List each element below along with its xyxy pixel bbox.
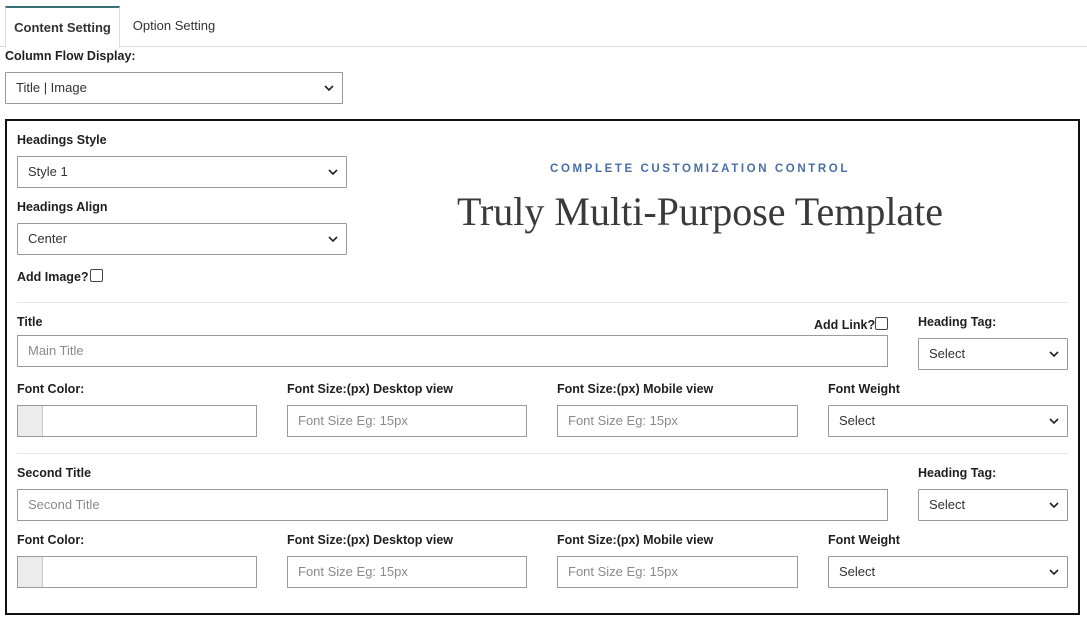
add-image-checkbox[interactable] [90, 269, 103, 282]
second-font-weight-label: Font Weight [828, 533, 900, 547]
chevron-down-icon [1049, 569, 1059, 576]
headings-align-select[interactable]: Center [17, 223, 347, 255]
headings-style-select[interactable]: Style 1 [17, 156, 347, 188]
add-link-checkbox[interactable] [875, 317, 888, 330]
main-title-placeholder: Main Title [28, 343, 84, 358]
headings-style-label: Headings Style [17, 133, 107, 147]
second-font-size-desktop-input[interactable]: Font Size Eg: 15px [287, 556, 527, 588]
column-flow-label: Column Flow Display: [5, 49, 136, 63]
font-size-desktop-placeholder: Font Size Eg: 15px [298, 413, 408, 428]
second-heading-tag-value: Select [929, 497, 966, 512]
column-flow-select[interactable]: Title | Image [5, 72, 343, 104]
second-heading-tag-label: Heading Tag: [918, 466, 997, 480]
second-font-size-mobile-placeholder: Font Size Eg: 15px [568, 564, 678, 579]
second-font-size-desktop-placeholder: Font Size Eg: 15px [298, 564, 408, 579]
font-size-mobile-placeholder: Font Size Eg: 15px [568, 413, 678, 428]
tab-content-setting[interactable]: Content Setting [5, 6, 120, 48]
chevron-down-icon [328, 169, 338, 176]
second-font-color-picker[interactable] [17, 556, 257, 588]
headings-align-label: Headings Align [17, 200, 108, 214]
font-size-mobile-input[interactable]: Font Size Eg: 15px [557, 405, 798, 437]
title-label: Title [17, 315, 43, 329]
second-font-weight-value: Select [839, 564, 876, 579]
heading-tag-select[interactable]: Select [918, 338, 1068, 370]
chevron-down-icon [324, 85, 334, 92]
chevron-down-icon [1049, 502, 1059, 509]
add-link-label: Add Link? [814, 318, 876, 332]
second-font-color-label: Font Color: [17, 533, 85, 547]
font-size-desktop-input[interactable]: Font Size Eg: 15px [287, 405, 527, 437]
settings-tabs: Content Setting Option Setting [0, 0, 1087, 48]
font-size-mobile-label: Font Size:(px) Mobile view [557, 382, 714, 396]
headings-align-value: Center [28, 231, 68, 246]
second-font-size-mobile-input[interactable]: Font Size Eg: 15px [557, 556, 798, 588]
main-title-input[interactable]: Main Title [17, 335, 888, 367]
font-size-desktop-label: Font Size:(px) Desktop view [287, 382, 453, 396]
tab-option-setting[interactable]: Option Setting [122, 6, 226, 47]
font-color-picker[interactable] [17, 405, 257, 437]
chevron-down-icon [1049, 351, 1059, 358]
font-color-label: Font Color: [17, 382, 85, 396]
second-title-placeholder: Second Title [28, 497, 100, 512]
chevron-down-icon [1049, 418, 1059, 425]
second-font-size-desktop-label: Font Size:(px) Desktop view [287, 533, 453, 547]
second-font-weight-select[interactable]: Select [828, 556, 1068, 588]
column-flow-value: Title | Image [16, 80, 87, 95]
second-font-size-mobile-label: Font Size:(px) Mobile view [557, 533, 714, 547]
font-weight-select[interactable]: Select [828, 405, 1068, 437]
color-swatch[interactable] [18, 406, 43, 436]
add-image-label: Add Image? [17, 270, 89, 284]
second-heading-tag-select[interactable]: Select [918, 489, 1068, 521]
divider [17, 453, 1068, 454]
heading-tag-label: Heading Tag: [918, 315, 997, 329]
font-weight-label: Font Weight [828, 382, 900, 396]
second-title-label: Second Title [17, 466, 92, 480]
preview-headline: Truly Multi-Purpose Template [456, 189, 944, 234]
color-swatch[interactable] [18, 557, 43, 587]
headings-style-value: Style 1 [28, 164, 68, 179]
heading-tag-value: Select [929, 346, 966, 361]
second-title-input[interactable]: Second Title [17, 489, 888, 521]
divider [17, 302, 1068, 303]
font-weight-value: Select [839, 413, 876, 428]
preview-eyebrow: COMPLETE CUSTOMIZATION CONTROL [550, 163, 850, 175]
chevron-down-icon [328, 236, 338, 243]
